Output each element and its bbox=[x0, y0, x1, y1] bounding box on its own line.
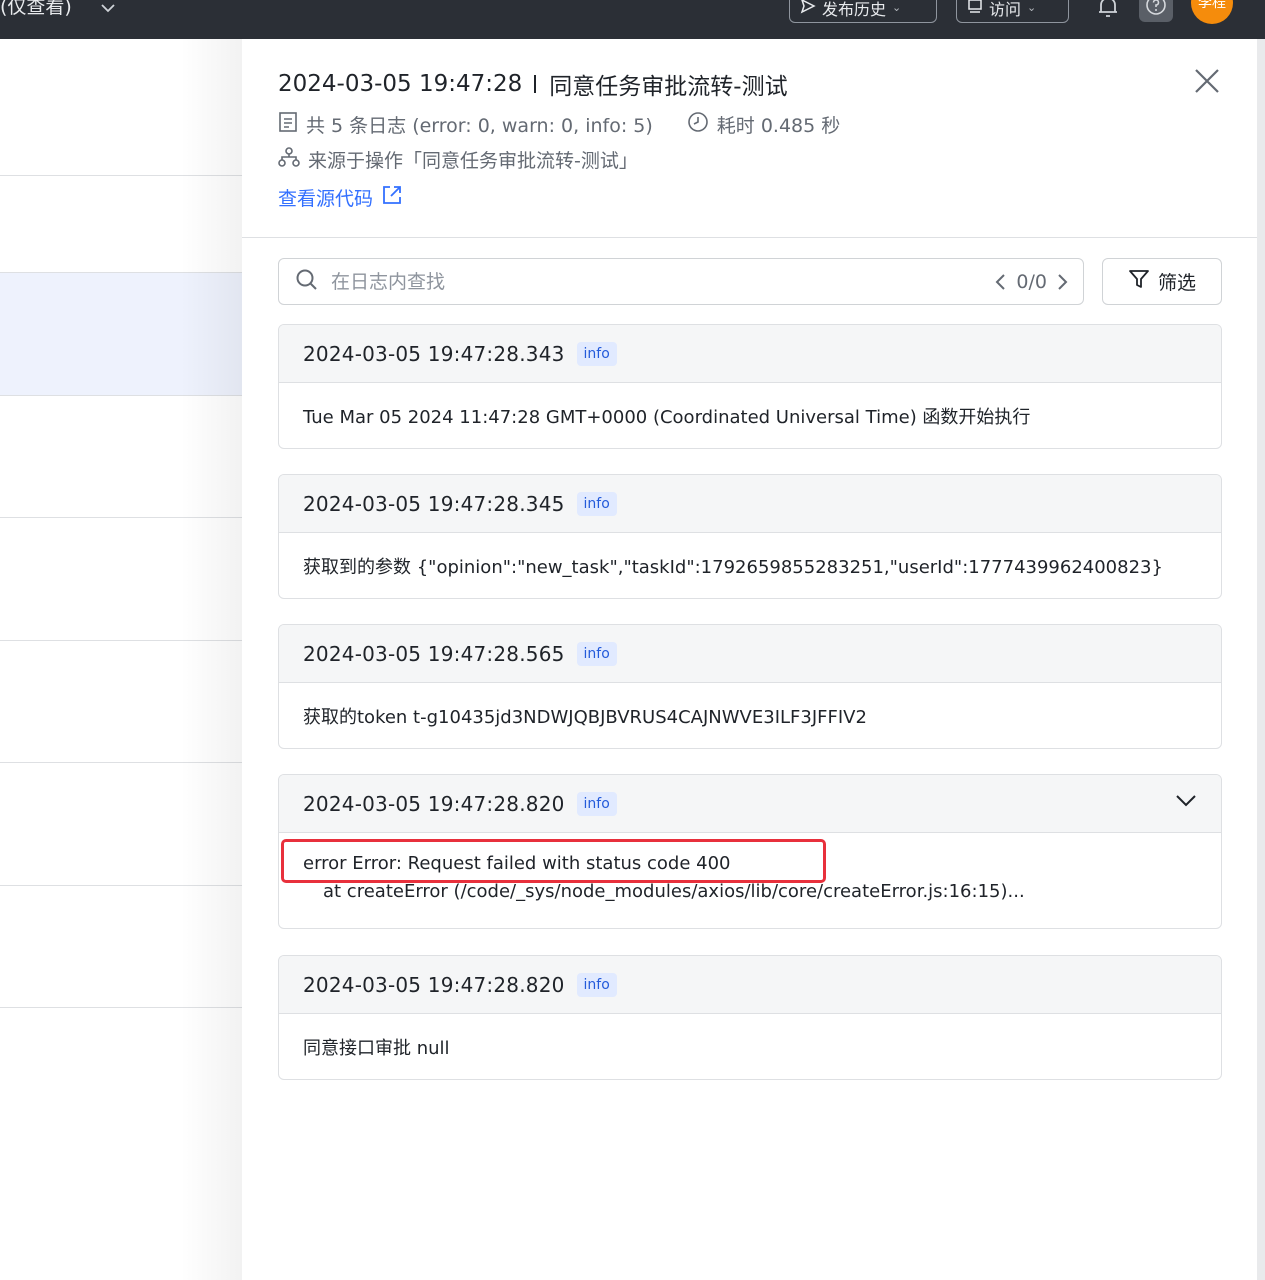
log-entry: 2024-03-05 19:47:28.565 info 获取的token t-… bbox=[278, 624, 1222, 749]
visit-button[interactable]: 访问 ⌄ bbox=[956, 0, 1069, 23]
title-divider bbox=[534, 75, 537, 93]
page-scroll-edge bbox=[1257, 39, 1265, 1280]
chevron-down-icon[interactable] bbox=[100, 0, 116, 17]
top-navbar: (仅查看) 发布历史 ⌄ 访问 ⌄ 李程 bbox=[0, 0, 1265, 39]
log-timestamp: 2024-03-05 19:47:28.565 bbox=[303, 641, 565, 666]
bell-icon[interactable] bbox=[1096, 0, 1120, 24]
drawer-title: 2024-03-05 19:47:28 同意任务审批流转-测试 bbox=[278, 67, 788, 101]
log-timestamp: 2024-03-05 19:47:28.345 bbox=[303, 491, 565, 516]
avatar[interactable]: 李程 bbox=[1191, 0, 1233, 24]
log-level-badge: info bbox=[576, 641, 617, 666]
view-source-link[interactable]: 查看源代码 bbox=[278, 184, 403, 211]
log-level-badge: info bbox=[576, 791, 617, 816]
source-text: 来源于操作「同意任务审批流转-测试」 bbox=[308, 150, 638, 172]
log-entry-header[interactable]: 2024-03-05 19:47:28.820 info bbox=[279, 775, 1221, 833]
duration-text: 耗时 0.485 秒 bbox=[716, 115, 841, 137]
filter-icon bbox=[1128, 268, 1150, 295]
close-icon bbox=[1192, 69, 1222, 100]
error-highlight-box bbox=[281, 839, 826, 883]
log-search-box[interactable]: 0/0 bbox=[278, 258, 1084, 305]
log-level-badge: info bbox=[576, 341, 617, 366]
log-timestamp: 2024-03-05 19:47:28.820 bbox=[303, 972, 565, 997]
search-result-nav: 0/0 bbox=[994, 271, 1069, 293]
filter-label: 筛选 bbox=[1157, 272, 1196, 294]
publish-history-button[interactable]: 发布历史 ⌄ bbox=[789, 0, 937, 23]
chevron-right-icon[interactable] bbox=[1055, 273, 1069, 291]
log-summary: 共 5 条日志 (error: 0, warn: 0, info: 5) bbox=[306, 115, 653, 137]
view-source-label: 查看源代码 bbox=[278, 188, 374, 210]
log-message: 同意接口审批 null bbox=[303, 1037, 450, 1059]
log-entry-expandable: 2024-03-05 19:47:28.820 info error Error… bbox=[278, 774, 1222, 929]
search-icon bbox=[295, 268, 319, 296]
filter-button[interactable]: 筛选 bbox=[1102, 258, 1222, 305]
external-link-icon bbox=[381, 184, 403, 211]
chevron-left-icon[interactable] bbox=[994, 273, 1008, 291]
log-timestamp: 2024-03-05 19:47:28.343 bbox=[303, 341, 565, 366]
search-counter: 0/0 bbox=[1016, 270, 1047, 293]
error-stack-line: at createError (/code/_sys/node_modules/… bbox=[323, 881, 1025, 902]
close-button[interactable] bbox=[1192, 66, 1222, 96]
execution-time: 2024-03-05 19:47:28 bbox=[278, 71, 523, 97]
log-message: 获取的token t-g10435jd3NDWJQBJBVRUS4CAJNWVE… bbox=[303, 706, 867, 728]
log-message: Tue Mar 05 2024 11:47:28 GMT+0000 (Coord… bbox=[303, 406, 1031, 428]
log-entry-header: 2024-03-05 19:47:28.820 info bbox=[279, 956, 1221, 1014]
log-level-badge: info bbox=[576, 491, 617, 516]
monitor-icon bbox=[967, 0, 983, 18]
clock-icon bbox=[687, 111, 709, 138]
log-entry: 2024-03-05 19:47:28.820 info 同意接口审批 null bbox=[278, 955, 1222, 1080]
log-search-input[interactable] bbox=[331, 270, 995, 293]
log-message: error Error: Request failed with status … bbox=[279, 833, 1221, 928]
question-icon bbox=[1145, 0, 1167, 20]
drawer-shadow bbox=[180, 39, 242, 1280]
function-name: 同意任务审批流转-测试 bbox=[549, 74, 788, 100]
app-mode-label: (仅查看) bbox=[0, 0, 72, 18]
document-icon bbox=[278, 111, 298, 138]
log-message: 获取到的参数 {"opinion":"new_task","taskId":17… bbox=[303, 556, 1163, 578]
log-level-badge: info bbox=[576, 972, 617, 997]
log-timestamp: 2024-03-05 19:47:28.820 bbox=[303, 791, 565, 816]
visit-label: 访问 bbox=[989, 0, 1022, 19]
chevron-down-icon: ⌄ bbox=[1027, 1, 1037, 14]
publish-history-label: 发布历史 bbox=[822, 0, 887, 19]
send-icon bbox=[800, 0, 816, 18]
log-entry: 2024-03-05 19:47:28.345 info 获取到的参数 {"op… bbox=[278, 474, 1222, 599]
log-entry: 2024-03-05 19:47:28.343 info Tue Mar 05 … bbox=[278, 324, 1222, 449]
log-detail-drawer: 2024-03-05 19:47:28 同意任务审批流转-测试 共 5 条日志 … bbox=[242, 39, 1257, 1280]
log-meta-row: 共 5 条日志 (error: 0, warn: 0, info: 5) 耗时 … bbox=[278, 111, 840, 138]
header-divider bbox=[242, 237, 1257, 238]
help-button[interactable] bbox=[1139, 0, 1173, 22]
log-entry-header: 2024-03-05 19:47:28.565 info bbox=[279, 625, 1221, 683]
chevron-down-icon[interactable] bbox=[1175, 793, 1197, 812]
log-entry-header: 2024-03-05 19:47:28.345 info bbox=[279, 475, 1221, 533]
chevron-down-icon: ⌄ bbox=[892, 1, 902, 14]
source-row: 来源于操作「同意任务审批流转-测试」 bbox=[278, 146, 638, 173]
log-entry-header: 2024-03-05 19:47:28.343 info bbox=[279, 325, 1221, 383]
workflow-icon bbox=[278, 146, 300, 173]
